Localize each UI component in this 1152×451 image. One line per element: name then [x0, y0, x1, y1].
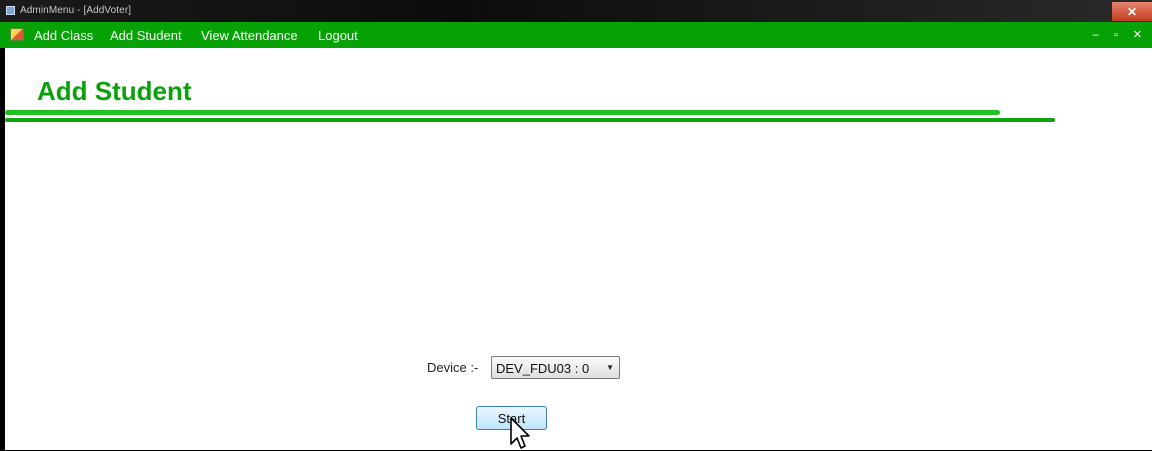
menubar: Add Class Add Student View Attendance Lo…: [0, 22, 1152, 48]
menu-item-add-student[interactable]: Add Student: [110, 28, 182, 43]
window-app-icon: [6, 6, 15, 15]
menu-item-logout[interactable]: Logout: [318, 28, 358, 43]
device-select-value: DEV_FDU03 : 0: [496, 361, 590, 376]
chevron-down-icon: ▼: [606, 363, 614, 372]
window-titlebar: AdminMenu - [AddVoter] ✕: [0, 0, 1152, 22]
page-title: Add Student: [37, 76, 192, 106]
title-underline-secondary: [5, 118, 1055, 122]
add-student-form: Add Student Device :- DEV_FDU03 : 0 ▼ St…: [5, 48, 1152, 450]
device-select[interactable]: DEV_FDU03 : 0 ▼: [491, 356, 620, 379]
mdi-window-controls[interactable]: – ▫ ✕: [1093, 28, 1148, 41]
device-label: Device :-: [427, 360, 479, 375]
menu-item-add-class[interactable]: Add Class: [34, 28, 93, 43]
window-close-button[interactable]: ✕: [1112, 2, 1152, 21]
close-icon: ✕: [1126, 4, 1138, 19]
title-underline: [5, 110, 1000, 115]
menu-app-icon: [10, 28, 24, 41]
mouse-cursor-icon: [510, 417, 530, 449]
window-title: AdminMenu - [AddVoter]: [20, 5, 132, 16]
menu-item-view-attendance[interactable]: View Attendance: [201, 28, 298, 43]
